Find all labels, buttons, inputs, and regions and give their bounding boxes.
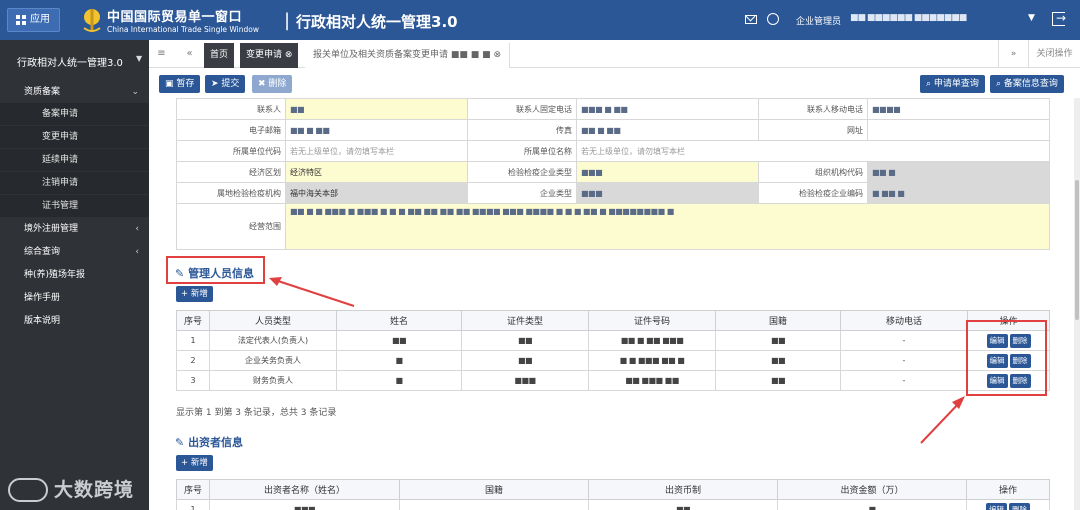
arrow-line — [920, 400, 962, 444]
grid-icon — [16, 15, 26, 25]
sidebar-item-label: 证书管理 — [42, 201, 79, 211]
button-label: 备案信息查询 — [1003, 79, 1058, 89]
annotation-arrows — [269, 277, 965, 444]
sidebar-item-extend-apply[interactable]: 延续申请 — [0, 149, 149, 171]
sidebar-item-label: 备案申请 — [42, 109, 79, 119]
sidebar-item-label: 操作手册 — [24, 293, 61, 303]
title-separator: | — [284, 10, 291, 31]
tab-change-detail[interactable]: 报关单位及相关资质备案变更申请 ■■ ■ ■ ⊗ — [305, 43, 511, 68]
search-icon: ⌕ — [926, 79, 932, 89]
chevron-left-icon: ‹ — [135, 224, 139, 234]
user-name: ■■ ■■■■■■ ■■■■■■■ — [850, 13, 967, 23]
save-draft-button[interactable]: ▣ 暂存 — [159, 75, 201, 93]
sidebar-item-label: 注销申请 — [42, 178, 79, 188]
trash-icon: ✖ — [258, 79, 266, 89]
sidebar-item-label: 变更申请 — [42, 132, 79, 142]
logout-icon[interactable] — [1052, 11, 1066, 26]
app-button-label: 应用 — [30, 14, 50, 25]
close-operations-button[interactable]: 关闭操作 — [1028, 40, 1080, 68]
sidebar-item-label: 种(养)殖场年报 — [24, 270, 86, 280]
mail-icon[interactable] — [745, 15, 757, 24]
delete-button[interactable]: ✖ 删除 — [252, 75, 293, 93]
sidebar-item-label: 境外注册管理 — [24, 224, 79, 234]
query-record-button[interactable]: ⌕ 备案信息查询 — [990, 75, 1064, 93]
sidebar-item-label: 版本说明 — [24, 316, 61, 326]
top-bar: 应用 中国国际贸易单一窗口 China International Trade … — [0, 0, 1080, 40]
tab-prev-icon[interactable]: « — [177, 40, 202, 68]
tab-home[interactable]: 首页 — [204, 43, 235, 68]
toolbar: ▣ 暂存 ➤ 提交 ✖ 删除 ⌕ 申请单查询 ⌕ 备案信息查询 — [149, 68, 1080, 98]
sidebar-item-change-apply[interactable]: 变更申请 — [0, 126, 149, 148]
tab-next-icon[interactable]: » — [998, 40, 1028, 68]
customs-logo-icon — [83, 9, 101, 32]
user-role: 企业管理员 — [796, 17, 842, 27]
send-icon: ➤ — [211, 79, 219, 89]
sidebar-item-version[interactable]: 版本说明 — [0, 310, 149, 332]
arrow-line — [274, 279, 355, 307]
button-label: 申请单查询 — [933, 79, 979, 89]
query-application-button[interactable]: ⌕ 申请单查询 — [920, 75, 985, 93]
scrollbar-thumb[interactable] — [1075, 180, 1079, 320]
caret-down-icon[interactable]: ▼ — [136, 54, 142, 63]
sidebar-item-manual[interactable]: 操作手册 — [0, 287, 149, 309]
watermark-text: 大数跨境 — [54, 479, 135, 501]
system-title: 行政相对人统一管理3.0 — [296, 13, 458, 31]
tab-close-icon[interactable]: ⊗ — [493, 50, 501, 60]
sidebar-item-overseas[interactable]: 境外注册管理 ‹ — [0, 218, 149, 240]
chevron-left-icon: ‹ — [135, 247, 139, 257]
tab-change-apply[interactable]: 变更申请 ⊗ — [240, 43, 299, 68]
sidebar-title: 行政相对人统一管理3.0 — [17, 58, 123, 69]
sidebar-item-label: 综合查询 — [24, 247, 61, 257]
button-label: 删除 — [268, 79, 287, 89]
watermark-logo — [8, 478, 48, 502]
user-dropdown-icon[interactable]: ▼ — [1028, 13, 1035, 23]
sidebar-item-record-apply[interactable]: 备案申请 — [0, 103, 149, 125]
brand-subtitle: China International Trade Single Window — [107, 25, 259, 34]
search-icon: ⌕ — [996, 79, 1002, 89]
submit-button[interactable]: ➤ 提交 — [205, 75, 246, 93]
sidebar: 行政相对人统一管理3.0 ▼ 资质备案 ⌄ 备案申请 变更申请 延续申请 注销申请… — [0, 40, 149, 510]
button-label: 提交 — [221, 79, 240, 89]
sidebar-item-annual-report[interactable]: 种(养)殖场年报 — [0, 264, 149, 286]
tab-label: 变更申请 — [246, 50, 283, 60]
chevron-down-icon: ⌄ — [131, 87, 139, 97]
tab-bar: ≡ « 首页 变更申请 ⊗ 报关单位及相关资质备案变更申请 ■■ ■ ■ ⊗ »… — [149, 40, 1080, 68]
tab-label: 报关单位及相关资质备案变更申请 ■■ ■ ■ — [313, 50, 491, 60]
sidebar-item-label: 延续申请 — [42, 155, 79, 165]
customer-service-icon[interactable] — [767, 13, 779, 25]
sidebar-item-cancel-apply[interactable]: 注销申请 — [0, 172, 149, 194]
app-menu-button[interactable]: 应用 — [7, 8, 60, 32]
button-label: 暂存 — [176, 79, 195, 89]
sidebar-item-certificate[interactable]: 证书管理 — [0, 195, 149, 217]
sidebar-section-label: 资质备案 — [24, 87, 61, 97]
brand-title: 中国国际贸易单一窗口 — [107, 10, 243, 25]
main-content: 联系人 ■■ 联系人固定电话 ■■■ ■ ■■ 联系人移动电话 ■■■■ 电子邮… — [149, 98, 1074, 510]
sidebar-section-qualification[interactable]: 资质备案 ⌄ — [0, 81, 149, 103]
save-icon: ▣ — [165, 79, 174, 89]
menu-toggle-icon[interactable]: ≡ — [149, 40, 174, 68]
sidebar-item-query[interactable]: 综合查询 ‹ — [0, 241, 149, 263]
tab-close-icon[interactable]: ⊗ — [285, 50, 293, 60]
